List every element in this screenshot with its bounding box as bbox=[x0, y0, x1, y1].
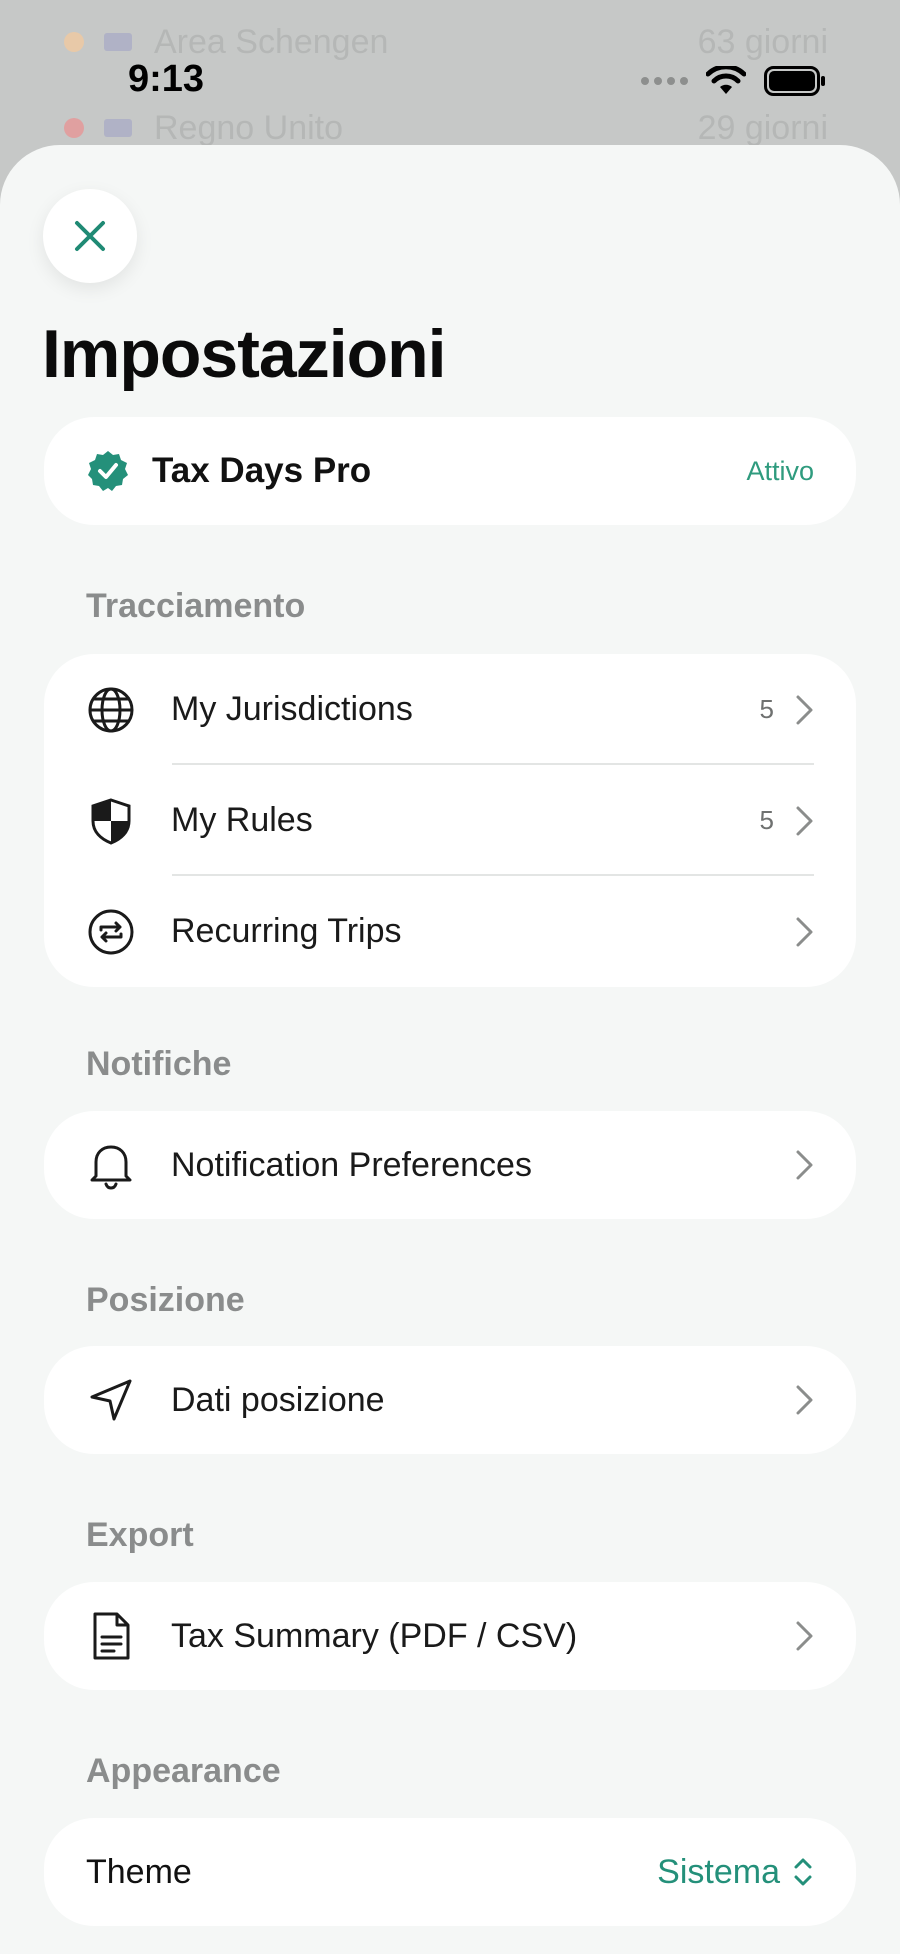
background-row-label: Regno Unito bbox=[154, 108, 344, 147]
battery-icon bbox=[764, 66, 825, 96]
pro-status-badge: Attivo bbox=[746, 455, 814, 486]
section-label-tracking: Tracciamento bbox=[86, 587, 306, 625]
chevron-right-icon bbox=[796, 1150, 813, 1180]
tracking-card: My Jurisdictions 5 My Rules 5 Recurring … bbox=[44, 654, 856, 987]
background-row-value: 63 giorni bbox=[697, 22, 828, 61]
close-button[interactable] bbox=[43, 189, 137, 283]
document-icon bbox=[86, 1611, 136, 1661]
background-row-label: Area Schengen bbox=[154, 22, 389, 61]
flag-icon bbox=[104, 33, 132, 51]
repeat-icon bbox=[86, 907, 136, 957]
row-label: Dati posizione bbox=[171, 1380, 385, 1419]
row-label: My Rules bbox=[171, 801, 313, 839]
export-card: Tax Summary (PDF / CSV) bbox=[44, 1582, 856, 1690]
notifications-card: Notification Preferences bbox=[44, 1111, 856, 1219]
row-label: Tax Summary (PDF / CSV) bbox=[171, 1616, 578, 1655]
wifi-icon bbox=[706, 66, 746, 94]
shield-icon bbox=[86, 796, 136, 846]
appearance-card: Theme Sistema bbox=[44, 1818, 856, 1926]
bell-icon bbox=[86, 1140, 136, 1190]
settings-row-recurring-trips[interactable]: Recurring Trips bbox=[44, 876, 856, 987]
flag-icon bbox=[104, 119, 132, 137]
section-label-appearance: Appearance bbox=[86, 1752, 281, 1790]
settings-row-jurisdictions[interactable]: My Jurisdictions 5 bbox=[44, 654, 856, 765]
theme-select[interactable]: Sistema bbox=[657, 1853, 814, 1892]
globe-icon bbox=[86, 685, 136, 735]
theme-value: Sistema bbox=[657, 1852, 780, 1891]
theme-picker-row[interactable]: Theme Sistema bbox=[44, 1818, 856, 1926]
chevron-right-icon bbox=[796, 1621, 813, 1651]
row-count: 5 bbox=[759, 694, 774, 724]
row-count: 5 bbox=[759, 805, 774, 835]
row-label: My Jurisdictions bbox=[171, 690, 413, 728]
pro-name: Tax Days Pro bbox=[152, 451, 372, 490]
chevron-right-icon bbox=[796, 806, 813, 835]
row-label: Notification Preferences bbox=[171, 1145, 532, 1184]
status-dot bbox=[64, 118, 84, 138]
status-icons bbox=[641, 66, 826, 96]
chevron-right-icon bbox=[796, 917, 813, 946]
row-label: Recurring Trips bbox=[171, 912, 402, 950]
status-time: 9:13 bbox=[128, 58, 205, 100]
chevron-up-down-icon bbox=[794, 1858, 812, 1886]
status-dot bbox=[64, 32, 84, 52]
location-arrow-icon bbox=[86, 1375, 136, 1425]
verified-badge-icon bbox=[88, 451, 128, 491]
settings-row-rules[interactable]: My Rules 5 bbox=[44, 765, 856, 876]
chevron-right-icon bbox=[796, 1385, 813, 1415]
location-card: Dati posizione bbox=[44, 1346, 856, 1454]
settings-row-tax-summary[interactable]: Tax Summary (PDF / CSV) bbox=[44, 1582, 856, 1690]
cellular-signal-icon bbox=[641, 77, 688, 85]
chevron-right-icon bbox=[796, 695, 813, 724]
theme-label: Theme bbox=[86, 1852, 192, 1891]
section-label-export: Export bbox=[86, 1516, 194, 1554]
background-row: Regno Unito 29 giorni bbox=[64, 108, 828, 148]
settings-row-location-data[interactable]: Dati posizione bbox=[44, 1346, 856, 1454]
settings-sheet: Impostazioni Tax Days Pro Attivo Traccia… bbox=[0, 145, 900, 1954]
pro-subscription-card[interactable]: Tax Days Pro Attivo bbox=[44, 417, 856, 525]
close-icon bbox=[75, 221, 105, 251]
section-label-notifications: Notifiche bbox=[86, 1045, 232, 1083]
background-row: Area Schengen 63 giorni bbox=[64, 22, 828, 62]
settings-row-notification-preferences[interactable]: Notification Preferences bbox=[44, 1111, 856, 1219]
background-row-value: 29 giorni bbox=[697, 108, 828, 147]
status-bar: 9:13 bbox=[0, 58, 900, 108]
page-title: Impostazioni bbox=[42, 316, 447, 392]
section-label-location: Posizione bbox=[86, 1281, 245, 1319]
